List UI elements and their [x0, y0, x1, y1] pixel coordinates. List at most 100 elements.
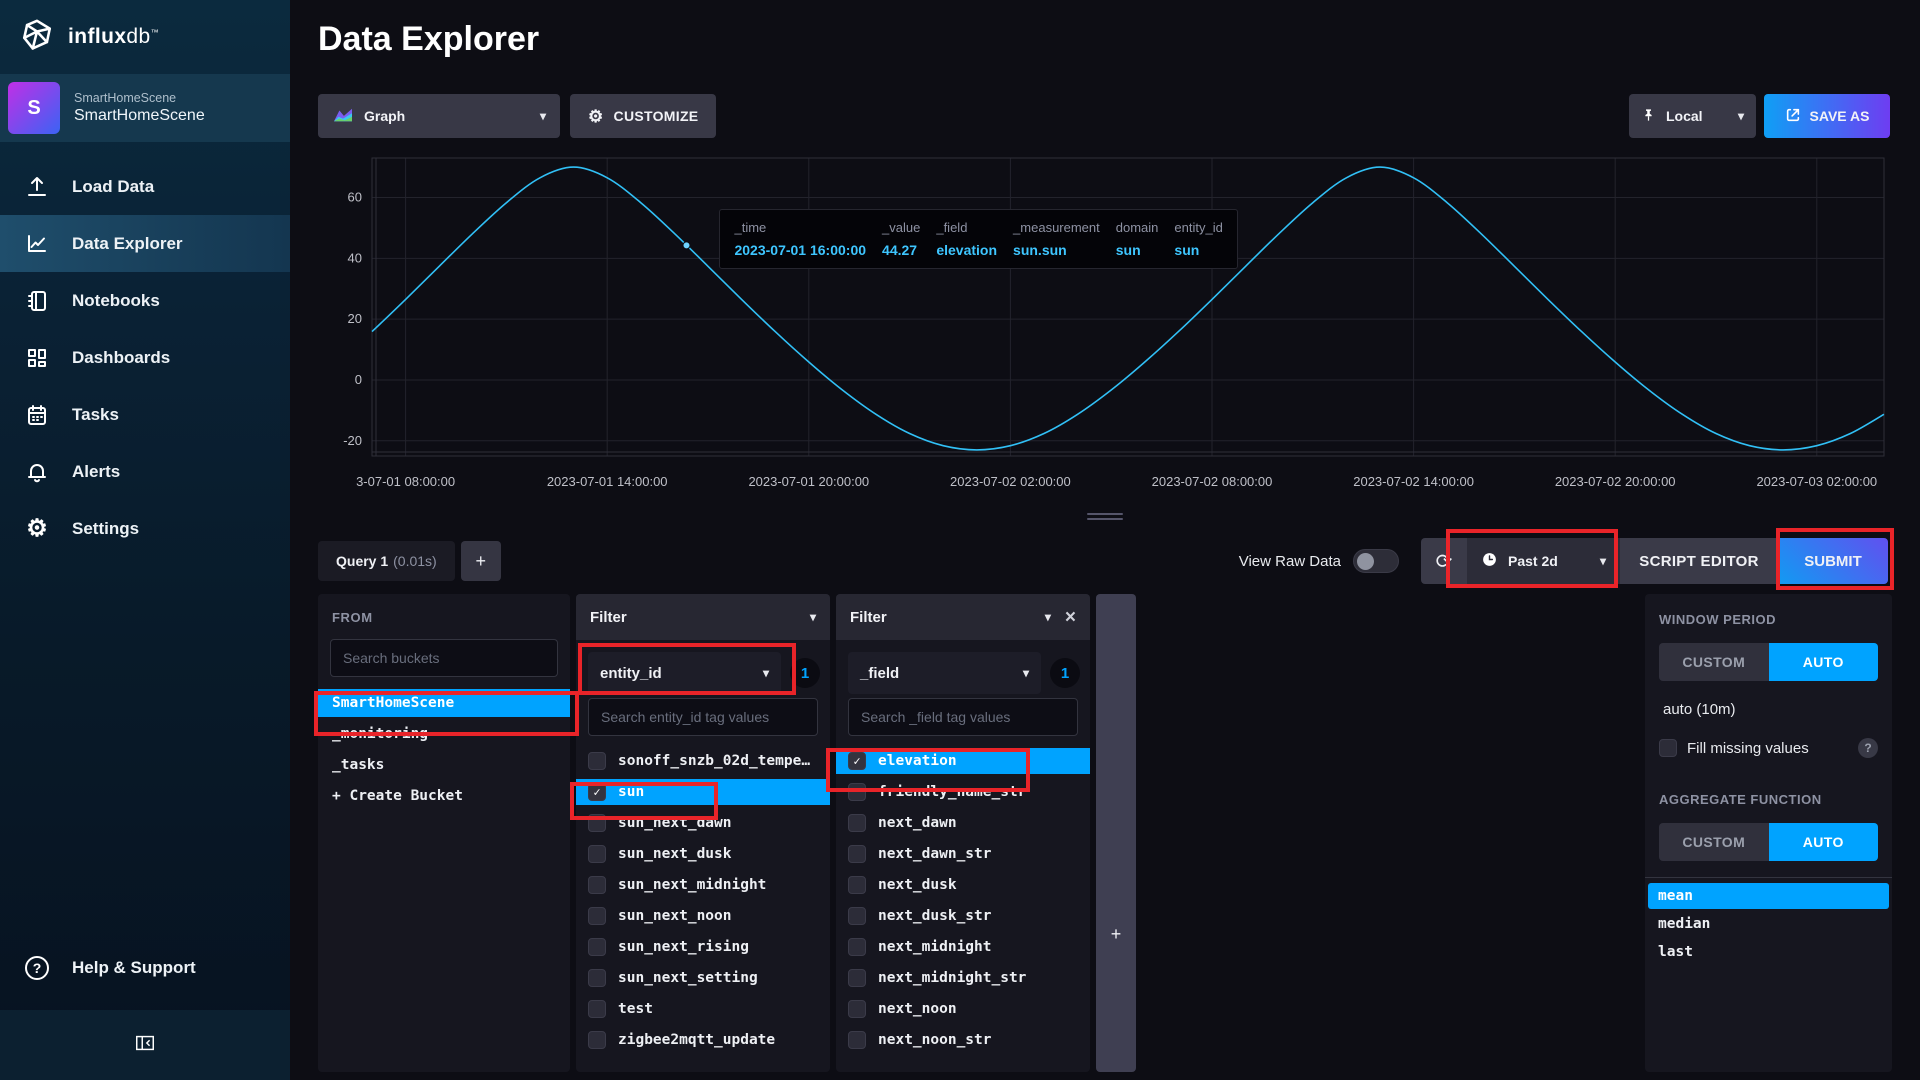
- checkbox-icon[interactable]: [848, 938, 866, 956]
- tag-value-row[interactable]: sun_next_noon: [576, 903, 830, 929]
- sidebar-item-settings[interactable]: ⚙ Settings: [0, 500, 290, 557]
- checkbox-icon[interactable]: [848, 752, 866, 770]
- tag-value-row[interactable]: next_midnight_str: [836, 965, 1090, 991]
- checkbox-icon[interactable]: [588, 845, 606, 863]
- script-editor-button[interactable]: SCRIPT EDITOR: [1620, 538, 1778, 584]
- tag-value-row[interactable]: test: [576, 996, 830, 1022]
- refresh-button[interactable]: ⟳: [1421, 538, 1467, 584]
- tag-value-row[interactable]: next_dawn_str: [836, 841, 1090, 867]
- checkbox-icon[interactable]: [588, 938, 606, 956]
- aggregate-function-item[interactable]: median: [1648, 911, 1889, 937]
- field-search-input[interactable]: [848, 698, 1078, 736]
- tag-value-row[interactable]: next_dusk: [836, 872, 1090, 898]
- entity-id-search-input[interactable]: [588, 698, 818, 736]
- tag-value-row[interactable]: next_midnight: [836, 934, 1090, 960]
- view-raw-data-toggle[interactable]: [1353, 549, 1399, 573]
- tag-value-row[interactable]: sonoff_snzb_02d_tempe…: [576, 748, 830, 774]
- tag-value-row[interactable]: next_dusk_str: [836, 903, 1090, 929]
- checkbox-icon[interactable]: [1659, 739, 1677, 757]
- checkbox-icon[interactable]: [588, 876, 606, 894]
- tag-value-row[interactable]: sun_next_dawn: [576, 810, 830, 836]
- sidebar-item-dashboards[interactable]: Dashboards: [0, 329, 290, 386]
- bucket-item[interactable]: SmartHomeScene: [318, 689, 570, 717]
- filter-header[interactable]: Filter ▾: [576, 594, 830, 640]
- aggregate-function-item[interactable]: mean: [1648, 883, 1889, 909]
- tooltip-column: _measurement sun.sun: [1013, 220, 1100, 259]
- add-query-button[interactable]: +: [460, 541, 501, 581]
- tag-value-row[interactable]: next_noon_str: [836, 1027, 1090, 1053]
- chart-resize-handle[interactable]: [1087, 513, 1123, 523]
- sidebar-item-notebooks[interactable]: Notebooks: [0, 272, 290, 329]
- checkbox-icon[interactable]: [588, 1031, 606, 1049]
- aggregate-auto-button[interactable]: AUTO: [1768, 823, 1878, 861]
- aggregate-custom-button[interactable]: CUSTOM: [1659, 823, 1769, 861]
- tag-value-row[interactable]: friendly_name_str: [836, 779, 1090, 805]
- tag-value-row[interactable]: next_dawn: [836, 810, 1090, 836]
- time-range-dropdown[interactable]: Past 2d ▾: [1467, 538, 1620, 584]
- checkbox-icon[interactable]: [848, 876, 866, 894]
- influxdb-cube-icon: [20, 18, 54, 57]
- from-panel-title: FROM: [332, 610, 373, 625]
- checkbox-icon[interactable]: [848, 907, 866, 925]
- filter-header[interactable]: Filter ▾ ×: [836, 594, 1090, 640]
- query-actions-group: ⟳ Past 2d ▾ SCRIPT EDITOR SUBMIT: [1421, 538, 1888, 584]
- tooltip-column: domain sun: [1115, 220, 1159, 259]
- aggregate-function-item[interactable]: last: [1648, 939, 1889, 965]
- tag-key-dropdown-field[interactable]: _field ▾: [848, 652, 1041, 694]
- query-tab[interactable]: Query 1 (0.01s): [318, 541, 455, 581]
- tag-value-row[interactable]: zigbee2mqtt_update: [576, 1027, 830, 1053]
- bucket-item[interactable]: _tasks: [318, 751, 570, 779]
- add-filter-button[interactable]: +: [1096, 924, 1136, 945]
- checkbox-icon[interactable]: [588, 907, 606, 925]
- sidebar-item-load-data[interactable]: Load Data: [0, 158, 290, 215]
- bucket-list: SmartHomeScene _monitoring _tasks + Crea…: [318, 689, 570, 810]
- window-auto-button[interactable]: AUTO: [1768, 643, 1878, 681]
- org-switcher[interactable]: S SmartHomeScene SmartHomeScene: [0, 74, 290, 142]
- visualization-type-dropdown[interactable]: Graph ▾: [318, 94, 560, 138]
- checkbox-icon[interactable]: [848, 783, 866, 801]
- save-as-button[interactable]: SAVE AS: [1764, 94, 1890, 138]
- checkbox-icon[interactable]: [588, 752, 606, 770]
- close-icon[interactable]: ×: [1065, 608, 1076, 627]
- checkbox-icon[interactable]: [848, 845, 866, 863]
- tag-value-row[interactable]: elevation: [836, 748, 1090, 774]
- nav-label: Load Data: [72, 176, 155, 196]
- calendar-icon: [24, 403, 50, 427]
- checkbox-icon[interactable]: [588, 1000, 606, 1018]
- svg-text:0: 0: [355, 372, 362, 387]
- time-series-chart[interactable]: 60 40 20 0 -20 3-07-01 08:00:00 2023-07-01 14:…: [318, 150, 1892, 502]
- submit-button[interactable]: SUBMIT: [1778, 538, 1888, 584]
- sidebar-item-alerts[interactable]: Alerts: [0, 443, 290, 500]
- influxdb-logo[interactable]: influxdb™: [0, 0, 290, 74]
- tag-value-row[interactable]: sun: [576, 779, 830, 805]
- tag-key-dropdown-entity-id[interactable]: entity_id ▾: [588, 652, 781, 694]
- tag-value-row[interactable]: next_noon: [836, 996, 1090, 1022]
- selected-count-badge: 1: [790, 658, 820, 688]
- checkbox-icon[interactable]: [588, 969, 606, 987]
- tag-value-row[interactable]: sun_next_midnight: [576, 872, 830, 898]
- line-chart-icon: [24, 232, 50, 256]
- nav-label: Tasks: [72, 404, 119, 424]
- checkbox-icon[interactable]: [848, 1031, 866, 1049]
- chevron-down-icon: ▾: [809, 610, 816, 624]
- checkbox-icon[interactable]: [848, 814, 866, 832]
- sidebar-item-data-explorer[interactable]: Data Explorer: [0, 215, 290, 272]
- window-custom-button[interactable]: CUSTOM: [1659, 643, 1769, 681]
- tag-value-row[interactable]: sun_next_dusk: [576, 841, 830, 867]
- sidebar: influxdb™ S SmartHomeScene SmartHomeScen…: [0, 0, 290, 1080]
- sidebar-item-help-support[interactable]: ? Help & Support: [0, 942, 290, 994]
- checkbox-icon[interactable]: [848, 969, 866, 987]
- tag-value-row[interactable]: sun_next_setting: [576, 965, 830, 991]
- checkbox-icon[interactable]: [588, 814, 606, 832]
- sidebar-item-tasks[interactable]: Tasks: [0, 386, 290, 443]
- collapse-sidebar-icon[interactable]: [134, 1033, 156, 1058]
- bucket-item[interactable]: _monitoring: [318, 720, 570, 748]
- checkbox-icon[interactable]: [588, 783, 606, 801]
- bucket-search-input[interactable]: [330, 639, 558, 677]
- help-icon[interactable]: ?: [1858, 738, 1878, 758]
- bucket-item[interactable]: + Create Bucket: [318, 782, 570, 810]
- tag-value-row[interactable]: sun_next_rising: [576, 934, 830, 960]
- local-dropdown[interactable]: Local ▾: [1629, 94, 1756, 138]
- checkbox-icon[interactable]: [848, 1000, 866, 1018]
- customize-button[interactable]: ⚙ CUSTOMIZE: [570, 94, 717, 138]
